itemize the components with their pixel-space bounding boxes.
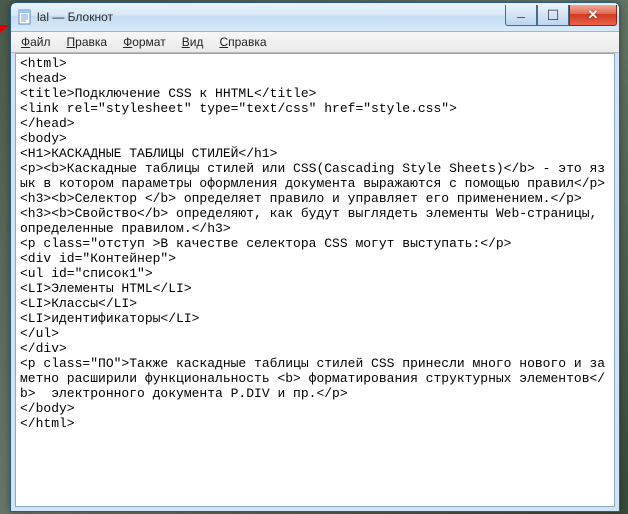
- window-title: lal — Блокнот: [37, 10, 113, 24]
- close-button[interactable]: ✕: [569, 5, 617, 26]
- notepad-window: lal — Блокнот ─ ☐ ✕ Файл Правка Формат В…: [10, 2, 620, 512]
- maximize-icon: ☐: [547, 10, 560, 20]
- close-icon: ✕: [588, 7, 599, 23]
- minimize-icon: ─: [517, 12, 525, 24]
- window-control-buttons: ─ ☐ ✕: [505, 5, 619, 25]
- window-titlebar[interactable]: lal — Блокнот ─ ☐ ✕: [11, 3, 619, 32]
- editor-client-area: <html> <head> <title>Подключение CSS к H…: [15, 53, 615, 507]
- maximize-button[interactable]: ☐: [537, 5, 569, 26]
- menu-view[interactable]: Вид: [174, 33, 212, 51]
- menu-format[interactable]: Формат: [115, 33, 174, 51]
- minimize-button[interactable]: ─: [505, 5, 537, 26]
- menu-edit[interactable]: Правка: [59, 33, 116, 51]
- text-editor[interactable]: <html> <head> <title>Подключение CSS к H…: [20, 56, 610, 431]
- notepad-icon: [17, 9, 33, 25]
- menu-file[interactable]: Файл: [13, 33, 59, 51]
- menubar: Файл Правка Формат Вид Справка: [11, 32, 619, 53]
- desktop-background: lal — Блокнот ─ ☐ ✕ Файл Правка Формат В…: [0, 0, 628, 514]
- menu-help[interactable]: Справка: [211, 33, 274, 51]
